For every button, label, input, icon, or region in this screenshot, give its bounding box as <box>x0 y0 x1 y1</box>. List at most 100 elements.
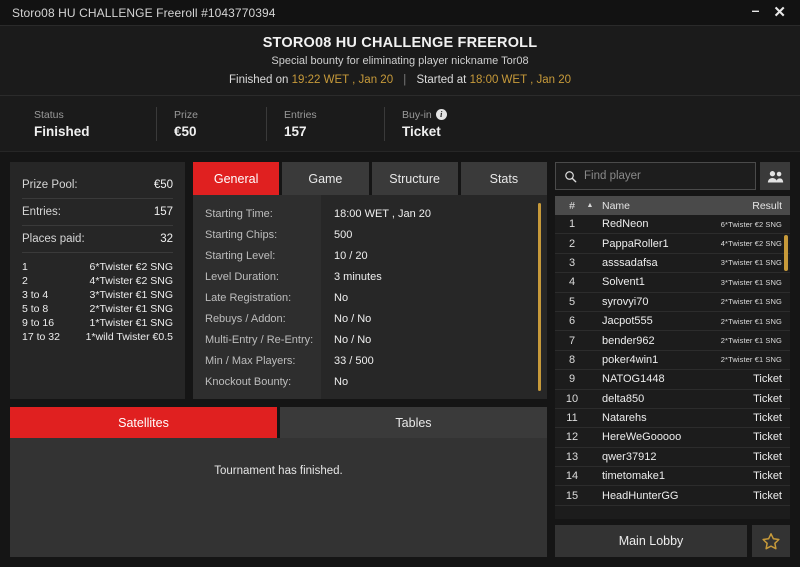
table-row[interactable]: 12 HereWeGooooo Ticket <box>555 428 790 448</box>
player-result: 6*Twister €2 SNG <box>720 219 782 229</box>
general-label: Knockout Bounty: <box>205 376 292 388</box>
stat-prize-value: €50 <box>174 123 197 139</box>
table-row[interactable]: 11 Natarehs Ticket <box>555 409 790 429</box>
players-filter-button[interactable] <box>760 162 790 190</box>
player-rank: 6 <box>568 315 576 328</box>
general-label: Level Duration: <box>205 271 279 283</box>
payout-prize: 1*wild Twister €0.5 <box>85 331 173 343</box>
player-rank: 9 <box>568 373 576 386</box>
started-time: 18:00 WET , Jan 20 <box>469 74 572 86</box>
player-result: 3*Twister €1 SNG <box>720 258 782 268</box>
left-top-section: Prize Pool: €50 Entries: 157 Places paid… <box>10 162 547 399</box>
table-row[interactable]: 2 PappaRoller1 4*Twister €2 SNG <box>555 234 790 254</box>
table-row[interactable]: 8 poker4win1 2*Twister €1 SNG <box>555 351 790 371</box>
prize-pool-panel: Prize Pool: €50 Entries: 157 Places paid… <box>10 162 185 399</box>
table-row[interactable]: 9 NATOG1448 Ticket <box>555 370 790 390</box>
tab-tables[interactable]: Tables <box>280 407 547 438</box>
minimize-button[interactable]: – <box>752 3 760 17</box>
table-row[interactable]: 6 Jacpot555 2*Twister €1 SNG <box>555 312 790 332</box>
table-row[interactable]: 10 delta850 Ticket <box>555 390 790 409</box>
player-rank: 2 <box>568 237 576 250</box>
payout-place: 2 <box>22 275 28 287</box>
player-result: 3*Twister €1 SNG <box>720 277 782 287</box>
stat-entries: Entries 157 <box>266 109 384 139</box>
general-scrollbar[interactable] <box>538 203 541 391</box>
tab-game[interactable]: Game <box>282 162 369 195</box>
search-box[interactable] <box>555 162 756 190</box>
stat-status-value: Finished <box>34 123 90 139</box>
player-result: 2*Twister €1 SNG <box>720 355 782 365</box>
table-row[interactable]: 7 bender962 2*Twister €1 SNG <box>555 331 790 351</box>
finished-label: Finished on <box>228 74 289 86</box>
payout-place: 1 <box>22 261 28 273</box>
stat-buyin-label-text: Buy-in <box>402 108 432 121</box>
player-name: syrovyi70 <box>602 295 649 308</box>
tab-structure[interactable]: Structure <box>371 162 458 195</box>
table-row[interactable]: 3 asssadafsa 3*Twister €1 SNG <box>555 254 790 274</box>
player-rank: 13 <box>565 450 579 463</box>
payout-row: 3 to 4 3*Twister €1 SNG <box>22 289 173 301</box>
tab-general[interactable]: General <box>193 162 280 195</box>
bottom-panel: Satellites Tables Tournament has finishe… <box>10 407 547 557</box>
player-result: Ticket <box>753 450 782 463</box>
general-label: Rebuys / Addon: <box>205 313 286 325</box>
table-row[interactable]: 14 timetomake1 Ticket <box>555 467 790 487</box>
payout-prize: 2*Twister €1 SNG <box>89 303 173 315</box>
table-row[interactable]: 4 Solvent1 3*Twister €1 SNG <box>555 273 790 293</box>
close-button[interactable]: ✕ <box>773 5 786 20</box>
table-row[interactable]: 15 HeadHunterGG Ticket <box>555 486 790 506</box>
favorite-button[interactable] <box>752 525 790 557</box>
players-scrollbar-thumb[interactable] <box>784 235 788 271</box>
tournament-title: STORO08 HU CHALLENGE FREEROLL <box>262 35 538 51</box>
column-header-name[interactable]: Name <box>597 200 752 212</box>
payout-place: 5 to 8 <box>22 303 49 315</box>
general-value: 18:00 WET , Jan 20 <box>334 208 432 220</box>
tournament-status-message: Tournament has finished. <box>214 465 343 477</box>
search-input[interactable] <box>584 170 747 182</box>
star-icon <box>762 532 780 549</box>
window-title: Storo08 HU CHALLENGE Freeroll #104377039… <box>12 5 276 20</box>
table-row[interactable]: 5 syrovyi70 2*Twister €1 SNG <box>555 293 790 312</box>
player-result: Ticket <box>753 431 782 444</box>
search-row <box>555 162 790 190</box>
payout-prize: 6*Twister €2 SNG <box>89 261 173 273</box>
general-label: Starting Chips: <box>205 229 278 241</box>
main-lobby-button[interactable]: Main Lobby <box>555 525 747 557</box>
column-header-number[interactable]: # <box>561 200 583 212</box>
payout-row: 17 to 32 1*wild Twister €0.5 <box>22 331 173 343</box>
column-header-result[interactable]: Result <box>752 200 782 212</box>
player-name: bender962 <box>602 334 655 347</box>
info-icon[interactable]: i <box>435 109 447 120</box>
player-rank: 3 <box>568 256 576 269</box>
stat-prize-label: Prize <box>174 108 198 121</box>
tab-satellites[interactable]: Satellites <box>10 407 277 438</box>
bottom-tabs: Satellites Tables <box>10 407 547 438</box>
player-rank: 14 <box>565 470 579 483</box>
general-value: 33 / 500 <box>334 355 374 367</box>
left-column: Prize Pool: €50 Entries: 157 Places paid… <box>10 162 547 557</box>
search-icon <box>565 170 577 182</box>
general-value: 3 minutes <box>334 271 382 283</box>
prize-pool-row: Prize Pool: €50 <box>22 172 173 199</box>
tab-stats[interactable]: Stats <box>460 162 547 195</box>
general-value: 10 / 20 <box>334 250 368 262</box>
payout-row: 9 to 16 1*Twister €1 SNG <box>22 317 173 329</box>
sort-ascending-icon[interactable]: ▲ <box>583 202 597 209</box>
general-tab-content: Starting Time: Starting Chips: Starting … <box>193 195 547 399</box>
table-row[interactable]: 13 qwer37912 Ticket <box>555 448 790 468</box>
general-label: Multi-Entry / Re-Entry: <box>205 334 314 346</box>
player-name: qwer37912 <box>602 450 657 463</box>
finished-time: 19:22 WET , Jan 20 <box>291 74 394 86</box>
general-scrollbar-thumb[interactable] <box>538 203 541 391</box>
places-paid-row: Places paid: 32 <box>22 226 173 253</box>
stat-buyin: Buy-in i Ticket <box>384 109 494 139</box>
payout-prize: 3*Twister €1 SNG <box>89 289 173 301</box>
general-label: Starting Level: <box>205 250 276 262</box>
table-row[interactable]: 1 RedNeon 6*Twister €2 SNG <box>555 215 790 235</box>
general-values-column: 18:00 WET , Jan 20 500 10 / 20 3 minutes… <box>321 195 547 399</box>
player-name: Jacpot555 <box>602 315 653 328</box>
payout-table: 1 6*Twister €2 SNG 2 4*Twister €2 SNG 3 … <box>22 261 173 343</box>
entries-label: Entries: <box>22 206 61 218</box>
started-label: Started at <box>416 74 467 86</box>
stat-prize: Prize €50 <box>156 109 266 139</box>
